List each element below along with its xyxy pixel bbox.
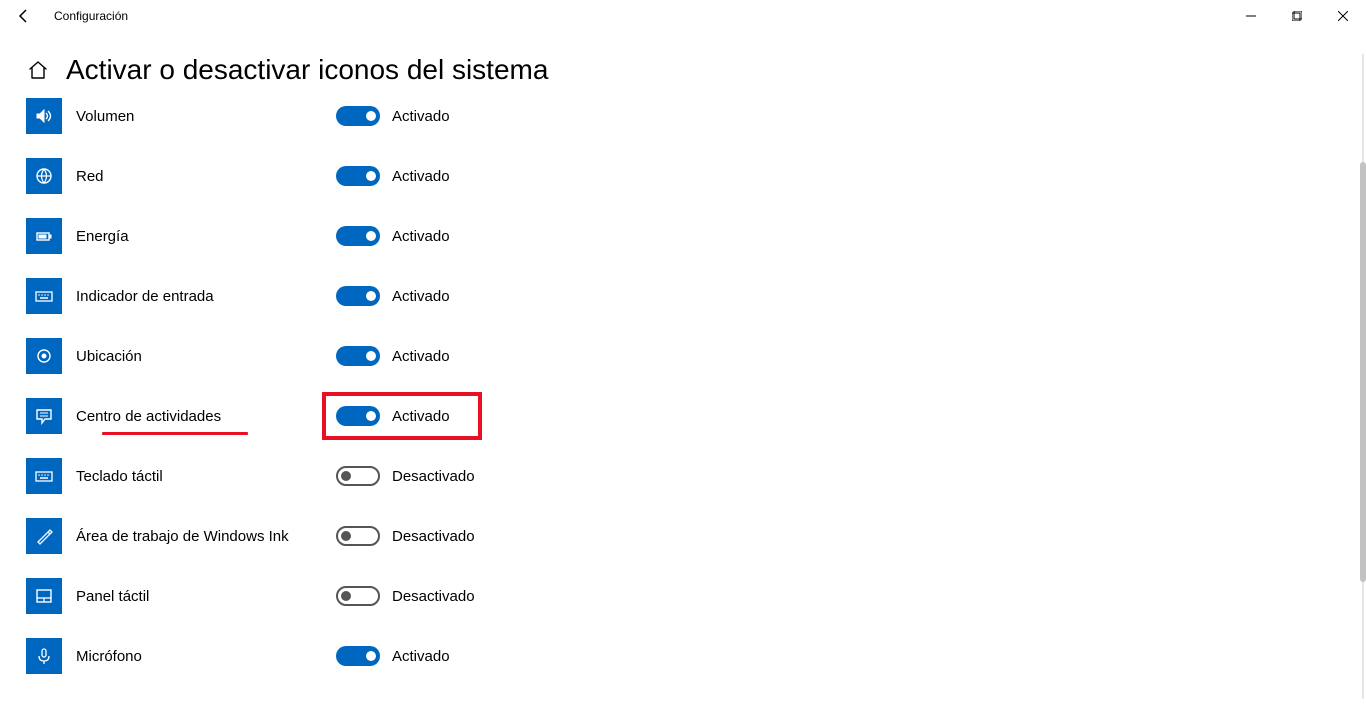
maximize-button[interactable] [1274,0,1320,32]
back-button[interactable] [0,0,48,32]
battery-icon [26,218,62,254]
volume-icon [26,98,62,134]
scrollbar-thumb[interactable] [1360,162,1366,582]
keyboard-icon [26,278,62,314]
row-teclado: Teclado táctil Desactivado [26,446,1366,506]
toggle-status-volumen: Activado [392,108,450,125]
row-centro: Centro de actividades Activado [26,386,1366,446]
toggle-microfono[interactable] [336,646,380,666]
toggle-status-microfono: Activado [392,648,450,665]
touchpad-icon [26,578,62,614]
label-ink: Área de trabajo de Windows Ink [76,528,316,545]
network-icon [26,158,62,194]
label-energia: Energía [76,228,316,245]
toggle-status-red: Activado [392,168,450,185]
page-header: Activar o desactivar iconos del sistema [26,54,1366,86]
system-icons-list: Volumen Activado Red Activado Energía Ac… [26,86,1366,686]
page-title: Activar o desactivar iconos del sistema [66,54,548,86]
toggle-status-entrada: Activado [392,288,450,305]
toggle-status-ubicacion: Activado [392,348,450,365]
toggle-status-energia: Activado [392,228,450,245]
ink-icon [26,518,62,554]
minimize-button[interactable] [1228,0,1274,32]
home-icon[interactable] [26,58,50,82]
label-centro: Centro de actividades [76,408,316,425]
row-volumen: Volumen Activado [26,86,1366,146]
row-ubicacion: Ubicación Activado [26,326,1366,386]
toggle-status-teclado: Desactivado [392,468,475,485]
touch-keyboard-icon [26,458,62,494]
row-panel: Panel táctil Desactivado [26,566,1366,626]
toggle-status-panel: Desactivado [392,588,475,605]
label-entrada: Indicador de entrada [76,288,316,305]
title-bar: Configuración [0,0,1366,32]
toggle-red[interactable] [336,166,380,186]
toggle-ubicacion[interactable] [336,346,380,366]
location-icon [26,338,62,374]
microphone-icon [26,638,62,674]
annotation-underline [102,432,248,435]
toggle-teclado[interactable] [336,466,380,486]
label-volumen: Volumen [76,108,316,125]
row-entrada: Indicador de entrada Activado [26,266,1366,326]
toggle-entrada[interactable] [336,286,380,306]
toggle-energia[interactable] [336,226,380,246]
label-microfono: Micrófono [76,648,316,665]
toggle-volumen[interactable] [336,106,380,126]
close-button[interactable] [1320,0,1366,32]
row-microfono: Micrófono Activado [26,626,1366,686]
toggle-ink[interactable] [336,526,380,546]
label-panel: Panel táctil [76,588,316,605]
label-teclado: Teclado táctil [76,468,316,485]
app-title: Configuración [54,9,128,23]
toggle-centro[interactable] [336,406,380,426]
row-ink: Área de trabajo de Windows Ink Desactiva… [26,506,1366,566]
label-red: Red [76,168,316,185]
toggle-panel[interactable] [336,586,380,606]
toggle-status-ink: Desactivado [392,528,475,545]
row-energia: Energía Activado [26,206,1366,266]
label-ubicacion: Ubicación [76,348,316,365]
row-red: Red Activado [26,146,1366,206]
action-center-icon [26,398,62,434]
toggle-status-centro: Activado [392,408,450,425]
